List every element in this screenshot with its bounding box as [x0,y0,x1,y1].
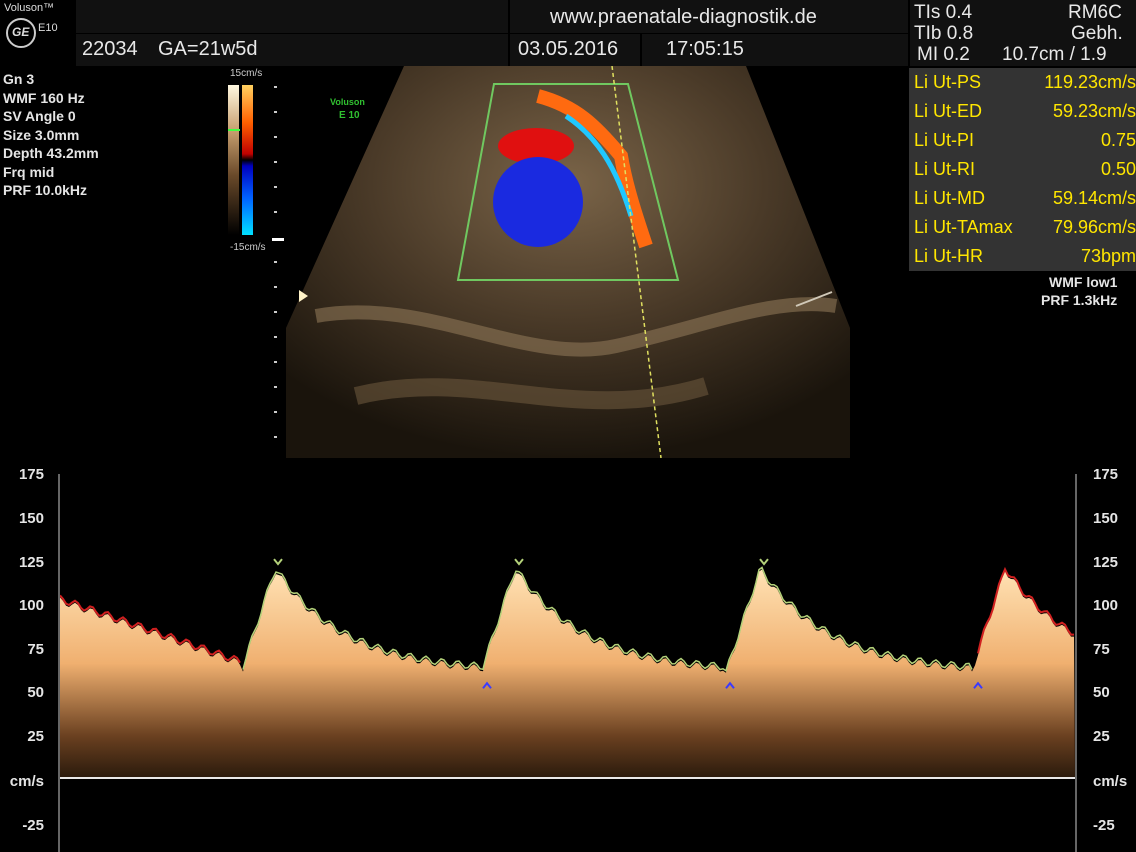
setting-frequency: Frq mid [3,163,55,180]
color-scale-marker [228,129,240,131]
velocity-color-bar [242,85,253,235]
tick-label: 75 [27,641,44,658]
measurement-label: Li Ut-TAmax [914,217,1013,237]
unit-label: cm/s [9,773,44,790]
tick-label: -25 [22,817,44,834]
measurement-value: 119.23cm/s [1044,72,1136,92]
patient-id: 22034 [82,38,138,60]
measurement-row[interactable]: Li Ut-HR 73bpm [909,242,1136,271]
tick-label: 125 [1093,554,1119,571]
website-text: www.praenatale-diagnostik.de [550,6,817,28]
measurement-label: Li Ut-MD [914,188,985,208]
measurement-label: Li Ut-HR [914,246,984,266]
exam-date: 03.05.2016 [518,38,619,60]
measurement-label: Li Ut-RI [914,159,976,179]
measurement-value: 0.75 [1100,130,1136,150]
unit-label: cm/s [1093,773,1128,790]
tib-value: TIb 0.8 [914,23,974,44]
doppler-wmf: WMF low1 [1049,274,1118,290]
color-scale-bottom: -15cm/s [230,242,266,253]
gestational-age: GA=21w5d [158,38,258,60]
depth-ticks [272,86,284,438]
tick-label: 25 [27,728,44,745]
header-cell-top-left [76,0,508,33]
ge-logo-icon: GE [6,18,36,48]
measurement-value: 59.14cm/s [1052,188,1136,208]
tis-value: TIs 0.4 [914,2,973,23]
tick-label: 150 [18,510,44,527]
measurement-row[interactable]: Li Ut-PS 119.23cm/s [909,68,1136,97]
setting-prf: PRF 10.0kHz [3,182,88,198]
tick-label: 125 [18,554,44,571]
exam-time: 17:05:15 [666,38,744,60]
measurement-row[interactable]: Li Ut-ED 59.23cm/s [909,97,1136,126]
setting-wmf: WMF 160 Hz [3,89,85,106]
brand-name: Voluson™ [4,2,55,14]
measurement-label: Li Ut-PI [914,130,975,150]
focus-marker-icon [299,290,308,302]
tick-label: 175 [18,466,44,483]
watermark-model: E 10 [339,110,360,121]
tick-label: 175 [1093,466,1119,483]
mi-value: MI 0.2 [917,44,970,65]
tick-label: 100 [1093,597,1119,614]
measurement-row[interactable]: Li Ut-RI 0.50 [909,155,1136,184]
probe-name: RM6C [1068,2,1122,23]
doppler-prf: PRF 1.3kHz [1041,292,1118,308]
tick-label: 50 [27,684,44,701]
setting-depth: Depth 43.2mm [3,145,99,161]
setting-gain: Gn 3 [3,71,35,87]
measurement-value: 73bpm [1080,246,1136,266]
brand-model: E10 [38,22,58,34]
measurement-row[interactable]: Li Ut-PI 0.75 [909,126,1136,155]
setting-size: Size 3.0mm [3,126,80,143]
header-cell-patient [76,34,508,66]
tick-label: -25 [1093,817,1115,834]
settings-panel: Gn 3 WMF 160 Hz SV Angle 0 Size 3.0mm De… [3,70,99,200]
depth-framerate: 10.7cm / 1.9 [1002,44,1107,65]
header-bar: Voluson™ E10 GE 22034 GA=21w5d www.praen… [0,0,1136,66]
color-scale-top: 15cm/s [230,68,263,79]
brand-area: Voluson™ E10 GE [0,0,76,66]
bmode-image [286,66,850,458]
tick-label: 150 [1093,510,1119,527]
tick-label: 100 [18,597,44,614]
watermark-name: Voluson [330,97,365,107]
preset-name: Gebh. [1071,23,1123,44]
tick-label: 75 [1093,641,1110,658]
tick-label: 25 [1093,728,1110,745]
measurement-value: 59.23cm/s [1052,101,1136,121]
depth-scale [272,86,284,438]
tick-label: 50 [1093,684,1110,701]
measurement-value: 79.96cm/s [1052,217,1136,237]
grayscale-bar [228,85,239,235]
measurement-label: Li Ut-PS [914,72,982,92]
measurement-row[interactable]: Li Ut-TAmax 79.96cm/s [909,213,1136,242]
spectral-doppler [58,458,1077,852]
blue-flow [493,157,583,247]
setting-sv-angle: SV Angle 0 [3,108,76,124]
measurement-label: Li Ut-ED [914,101,983,121]
measurement-value: 0.50 [1100,159,1136,179]
measurement-row[interactable]: Li Ut-MD 59.14cm/s [909,184,1136,213]
